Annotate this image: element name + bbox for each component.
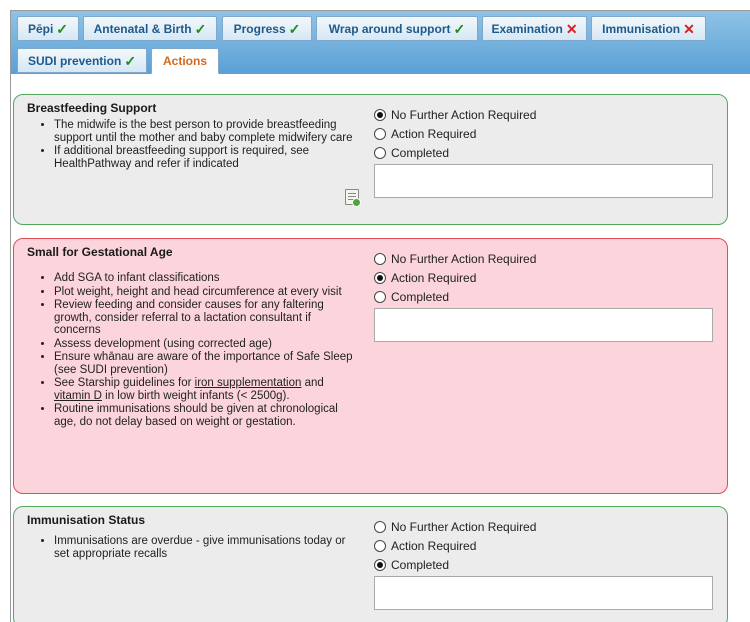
no-further-action-radio[interactable]: No Further Action Required [374, 105, 719, 124]
option-label: Action Required [391, 270, 477, 285]
small-for-gestational-age-panel: Small for Gestational Age Add SGA to inf… [13, 238, 728, 494]
tab-progress[interactable]: Progress ✓ [222, 16, 312, 41]
tab-wrap-around-support[interactable]: Wrap around support ✓ [316, 16, 478, 41]
tab-pepi[interactable]: Pēpi ✓ [17, 16, 79, 41]
tab-antenatal-birth[interactable]: Antenatal & Birth ✓ [83, 16, 217, 41]
check-icon: ✓ [288, 20, 301, 37]
tab-label: Actions [162, 54, 207, 68]
panel-title: Breastfeeding Support [27, 101, 157, 115]
tab-actions[interactable]: Actions [151, 48, 219, 74]
tab-label: Antenatal & Birth [93, 21, 192, 36]
tab-immunisation[interactable]: Immunisation ✕ [591, 16, 706, 41]
option-label: No Further Action Required [391, 251, 537, 266]
iron-supplementation-link[interactable]: iron supplementation [195, 377, 302, 389]
cross-icon: ✕ [565, 20, 578, 37]
check-icon: ✓ [194, 20, 207, 37]
breastfeeding-support-panel: Breastfeeding Support The midwife is the… [13, 94, 728, 225]
tab-label: Wrap around support [328, 21, 451, 36]
list-item: Review feeding and consider causes for a… [54, 299, 356, 337]
check-icon: ✓ [56, 20, 69, 37]
tab-examination[interactable]: Examination ✕ [482, 16, 587, 41]
completed-radio[interactable]: Completed [374, 555, 719, 574]
notes-field[interactable] [374, 576, 713, 610]
text: and [301, 377, 324, 389]
no-further-action-radio[interactable]: No Further Action Required [374, 249, 719, 268]
notes-field[interactable] [374, 308, 713, 342]
list-item: Immunisations are overdue - give immunis… [54, 535, 356, 560]
radio-button[interactable] [374, 539, 386, 552]
radio-button[interactable] [374, 558, 386, 571]
add-document-icon[interactable] [345, 189, 361, 207]
cross-icon: ✕ [683, 20, 695, 37]
action-required-radio[interactable]: Action Required [374, 124, 719, 143]
action-options: No Further Action Required Action Requir… [374, 105, 719, 198]
option-label: Completed [391, 145, 450, 160]
panel-title: Small for Gestational Age [27, 245, 173, 259]
option-label: Completed [391, 289, 450, 304]
option-label: Action Required [391, 126, 477, 141]
actions-window: Pēpi ✓ Antenatal & Birth ✓ Progress ✓ Wr… [10, 10, 750, 622]
tab-label: SUDI prevention [27, 53, 122, 68]
tab-label: Progress [233, 21, 286, 36]
radio-button[interactable] [374, 290, 386, 303]
list-item: Add SGA to infant classifications [54, 272, 356, 285]
action-required-radio[interactable]: Action Required [374, 536, 719, 555]
tab-bar: Pēpi ✓ Antenatal & Birth ✓ Progress ✓ Wr… [11, 11, 750, 74]
radio-button[interactable] [374, 127, 386, 140]
list-item: If additional breastfeeding support is r… [54, 145, 356, 170]
tab-label: Pēpi [27, 21, 54, 36]
radio-button[interactable] [374, 271, 386, 284]
notes-field[interactable] [374, 164, 713, 198]
vitamin-d-link[interactable]: vitamin D [54, 390, 102, 402]
action-options: No Further Action Required Action Requir… [374, 517, 719, 610]
list-item: Plot weight, height and head circumferen… [54, 286, 356, 299]
guidance-list: The midwife is the best person to provid… [26, 119, 356, 171]
radio-button[interactable] [374, 146, 386, 159]
panel-title: Immunisation Status [27, 513, 146, 527]
completed-radio[interactable]: Completed [374, 143, 719, 162]
list-item: See Starship guidelines for iron supplem… [54, 377, 356, 402]
action-options: No Further Action Required Action Requir… [374, 249, 719, 342]
tab-label: Immunisation [602, 21, 681, 36]
radio-button[interactable] [374, 108, 386, 121]
option-label: Action Required [391, 538, 477, 553]
action-required-radio[interactable]: Action Required [374, 268, 719, 287]
option-label: Completed [391, 557, 450, 572]
guidance-list: Add SGA to infant classifications Plot w… [26, 272, 356, 429]
radio-button[interactable] [374, 520, 386, 533]
text: in low birth weight infants (< 2500g). [101, 389, 290, 402]
guidance-list: Immunisations are overdue - give immunis… [26, 535, 356, 561]
text: See Starship guidelines for [54, 377, 195, 389]
list-item: Assess development (using corrected age) [54, 338, 356, 351]
tab-sudi-prevention[interactable]: SUDI prevention ✓ [17, 48, 147, 73]
check-icon: ✓ [124, 52, 137, 69]
check-icon: ✓ [453, 20, 466, 37]
option-label: No Further Action Required [391, 107, 537, 122]
option-label: No Further Action Required [391, 519, 537, 534]
radio-button[interactable] [374, 252, 386, 265]
no-further-action-radio[interactable]: No Further Action Required [374, 517, 719, 536]
list-item: Ensure whānau are aware of the importanc… [54, 351, 356, 376]
immunisation-status-panel: Immunisation Status Immunisations are ov… [13, 506, 728, 622]
list-item: The midwife is the best person to provid… [54, 119, 356, 144]
completed-radio[interactable]: Completed [374, 287, 719, 306]
tab-label: Examination [491, 21, 563, 36]
list-item: Routine immunisations should be given at… [54, 403, 356, 428]
